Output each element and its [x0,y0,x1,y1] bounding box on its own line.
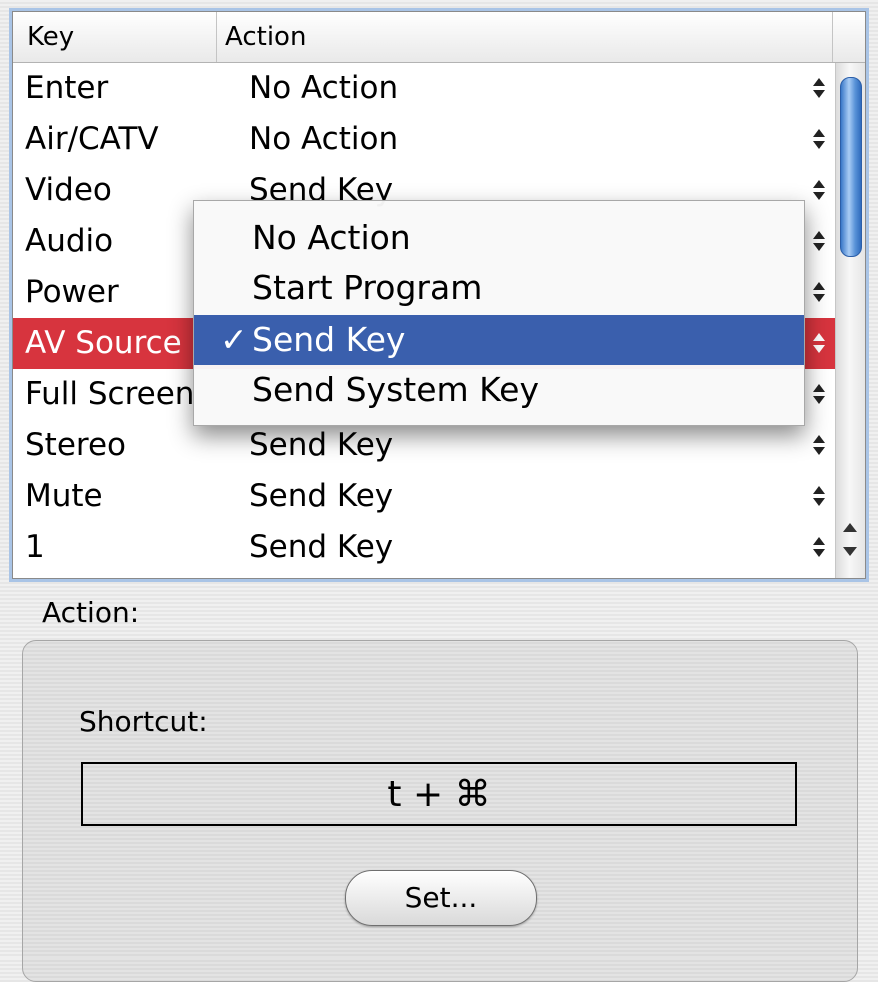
scroll-up-arrow-icon[interactable] [843,523,857,532]
scrollbar-thumb[interactable] [840,77,862,257]
set-button[interactable]: Set... [345,870,537,926]
row-key: Air/CATV [25,121,159,157]
column-header-key[interactable]: Key [13,12,217,62]
menu-item-no-action[interactable]: No Action [194,213,804,263]
up-down-arrows-icon[interactable] [811,383,827,407]
header-corner [833,12,865,62]
menu-item-label: Start Program [252,268,483,307]
row-action-popup[interactable]: Send Key [249,522,393,573]
action-popup-menu[interactable]: No Action Start Program ✓ Send Key Send … [193,200,805,426]
menu-item-send-key[interactable]: ✓ Send Key [194,315,804,365]
row-key: Stereo [25,427,127,463]
scrollbar-arrows [840,515,860,571]
row-key: Audio [25,223,114,259]
shortcut-field[interactable]: t + ⌘ [81,762,797,826]
row-key: Enter [25,70,109,106]
checkmark-icon: ✓ [220,320,248,359]
row-key: 1 [25,529,45,565]
row-key: AV Source [25,325,182,361]
up-down-arrows-icon[interactable] [811,434,827,458]
menu-item-label: Send Key [252,320,406,359]
row-key: Mute [25,478,103,514]
table-row[interactable]: Enter No Action [13,63,835,114]
column-header-action[interactable]: Action [217,12,833,62]
up-down-arrows-icon[interactable] [811,179,827,203]
action-group-box: Shortcut: t + ⌘ Set... [22,640,858,982]
row-action-popup[interactable]: Send Key [249,420,393,471]
vertical-scrollbar[interactable] [835,63,865,578]
row-action-popup[interactable]: No Action [249,114,398,165]
shortcut-label: Shortcut: [79,705,208,738]
table-row[interactable]: Mute Send Key [13,471,835,522]
up-down-arrows-icon[interactable] [811,230,827,254]
up-down-arrows-icon[interactable] [811,128,827,152]
up-down-arrows-icon[interactable] [811,485,827,509]
scroll-down-arrow-icon[interactable] [843,547,857,556]
up-down-arrows-icon[interactable] [811,281,827,305]
table-row[interactable]: Stereo Send Key [13,420,835,471]
up-down-arrows-icon[interactable] [811,536,827,560]
row-key: Full Screen [25,376,195,412]
row-key: Video [25,172,112,208]
up-down-arrows-icon[interactable] [811,77,827,101]
row-action-popup[interactable]: No Action [249,63,398,114]
shortcut-value: t + ⌘ [387,773,491,815]
table-header: Key Action [13,12,865,63]
up-down-arrows-icon[interactable] [811,332,827,356]
row-action-popup[interactable]: Send Key [249,471,393,522]
menu-item-label: Send System Key [252,370,539,409]
menu-item-start-program[interactable]: Start Program [194,263,804,313]
menu-item-send-system-key[interactable]: Send System Key [194,365,804,415]
action-group-title: Action: [42,596,140,629]
table-row[interactable]: Air/CATV No Action [13,114,835,165]
row-key: Power [25,274,119,310]
menu-item-label: No Action [252,218,411,257]
table-row[interactable]: 1 Send Key [13,522,835,573]
